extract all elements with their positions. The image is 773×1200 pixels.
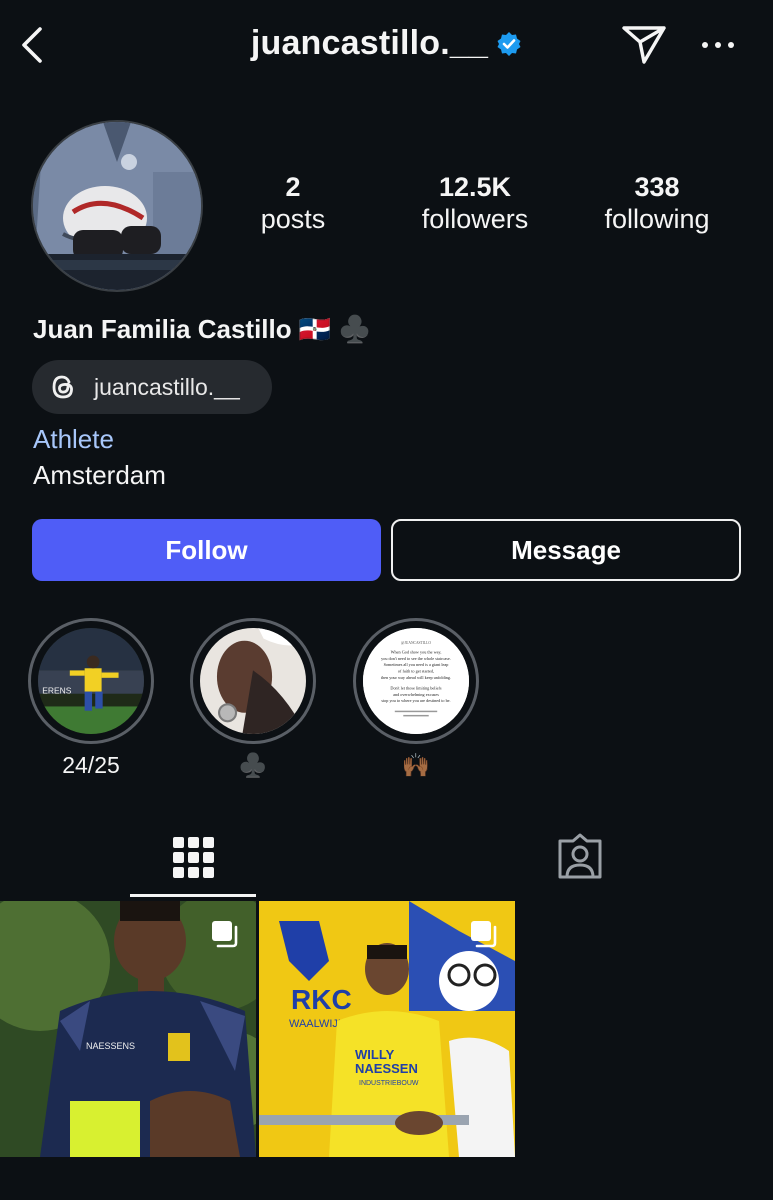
- followers-count: 12.5K: [438, 172, 512, 202]
- highlight-2[interactable]: ♣️: [190, 618, 316, 780]
- photo-text: NAESSEN: [355, 1061, 418, 1076]
- highlight-caption: ♣️: [238, 752, 268, 778]
- threads-handle: juancastillo.__: [94, 374, 240, 400]
- highlight-1[interactable]: ERENS 24/25: [28, 618, 154, 780]
- username-title: juancastillo.__: [250, 24, 489, 62]
- profile-avatar[interactable]: [31, 120, 203, 292]
- profile-tabs: [0, 815, 773, 901]
- quote-line: and overwhelming excuses: [393, 692, 439, 697]
- post-tile[interactable]: NAESSENS: [0, 901, 256, 1157]
- highlight-caption: 🙌🏾: [401, 752, 431, 778]
- highlight-cover: @JUANCASTILLO When God show you the way,…: [363, 628, 469, 734]
- location-text: Amsterdam: [33, 460, 166, 490]
- follow-button[interactable]: Follow: [32, 519, 381, 581]
- threads-badge[interactable]: juancastillo.__: [32, 360, 272, 414]
- more-icon[interactable]: [698, 30, 738, 60]
- highlight-ring: @JUANCASTILLO When God show you the way,…: [353, 618, 479, 744]
- display-name: Juan Familia Castillo 🇩🇴 ♣️: [33, 314, 371, 344]
- stat-followers[interactable]: 12.5K followers: [385, 172, 565, 236]
- highlight-cover: [200, 628, 306, 734]
- tab-tagged[interactable]: [517, 815, 643, 901]
- threads-icon: [52, 375, 73, 399]
- stat-posts[interactable]: 2 posts: [203, 172, 383, 236]
- multiple-posts-icon: [212, 921, 238, 948]
- svg-text:NAESSENS: NAESSENS: [86, 1041, 135, 1051]
- highlight-caption: 24/25: [62, 752, 120, 778]
- verified-badge-icon: [497, 31, 521, 56]
- top-bar: juancastillo.__: [0, 0, 773, 90]
- posts-count: 2: [285, 172, 301, 202]
- stat-following[interactable]: 338 following: [567, 172, 747, 236]
- highlight-ring: [190, 618, 316, 744]
- following-label: following: [604, 204, 710, 234]
- send-icon[interactable]: [620, 22, 668, 66]
- quote-line: you don't need to see the whole staircas…: [381, 656, 451, 661]
- following-count: 338: [634, 172, 680, 202]
- post-tile[interactable]: RKC WAALWIJK WILLY NAESSEN INDUSTRIEBOUW: [259, 901, 515, 1157]
- highlight-3[interactable]: @JUANCASTILLO When God show you the way,…: [353, 618, 479, 780]
- followers-label: followers: [421, 204, 529, 234]
- highlight-ring: ERENS: [28, 618, 154, 744]
- svg-text:ERENS: ERENS: [42, 686, 72, 696]
- message-button[interactable]: Message: [391, 519, 741, 581]
- quote-line: Don't let those limiting beliefs: [390, 685, 442, 690]
- quote-line: stop you to where you are destined to be…: [381, 698, 450, 703]
- quote-heading: @JUANCASTILLO: [401, 641, 431, 645]
- tagged-person-icon: [558, 833, 602, 879]
- photo-text: RKC: [291, 984, 352, 1015]
- category-label[interactable]: Athlete: [33, 424, 114, 455]
- posts-label: posts: [260, 204, 326, 234]
- highlight-cover: ERENS: [38, 628, 144, 734]
- quote-line: Sometimes all you need is a giant leap: [384, 662, 449, 667]
- multiple-posts-icon: [471, 921, 497, 948]
- photo-text: INDUSTRIEBOUW: [359, 1080, 419, 1087]
- quote-line: then your way ahead will keep unfolding.: [381, 675, 451, 680]
- photo-text: WILLY: [355, 1047, 395, 1062]
- tab-posts-grid[interactable]: [130, 815, 256, 901]
- avatar-photo: [33, 122, 201, 290]
- active-tab-indicator: [130, 894, 256, 897]
- grid-icon: [173, 837, 214, 878]
